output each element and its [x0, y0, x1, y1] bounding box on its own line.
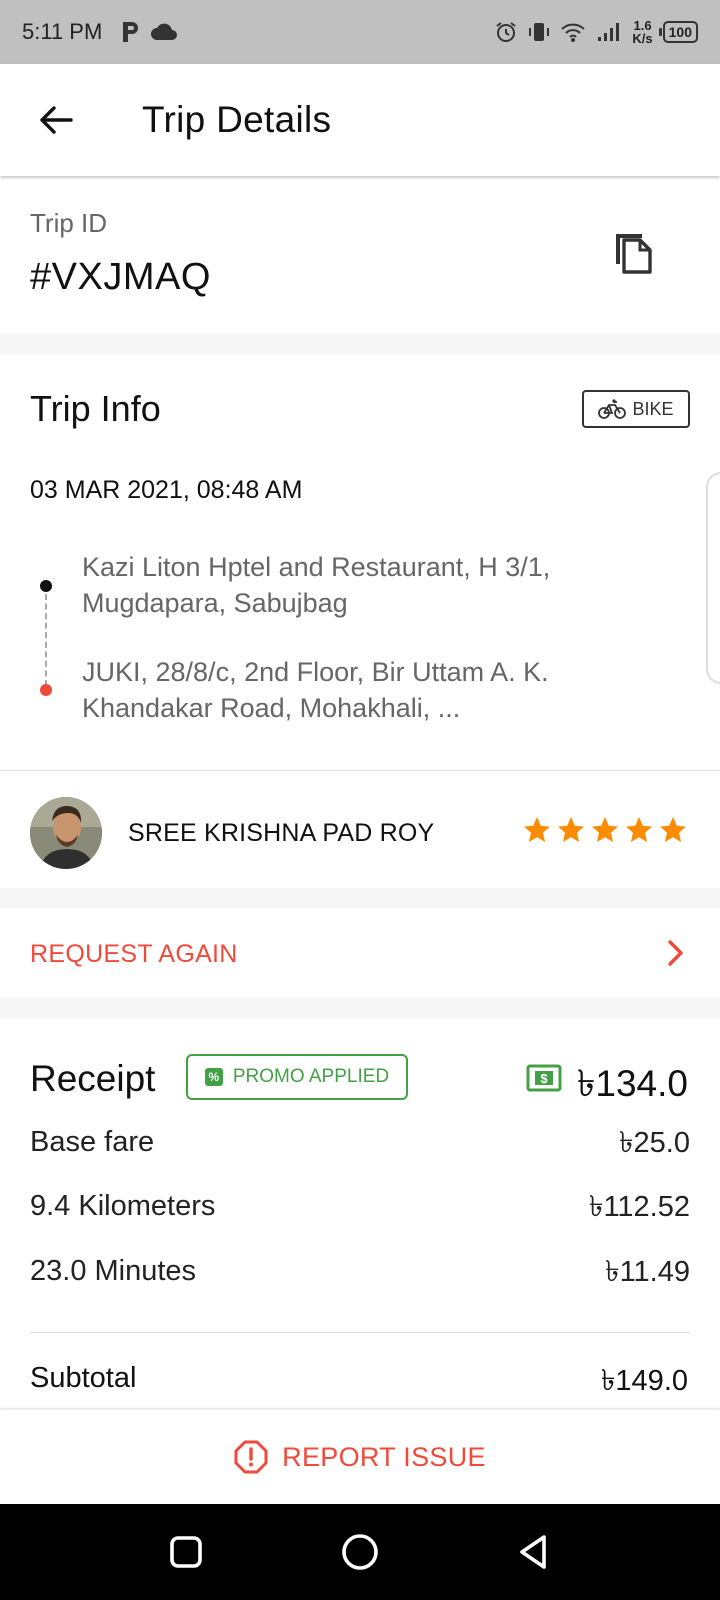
dropoff-dot-icon: [40, 684, 52, 696]
trip-datetime: 03 MAR 2021, 08:48 AM: [30, 476, 303, 504]
percent-icon: %: [204, 1068, 223, 1086]
star-icon: [524, 817, 550, 842]
route-line: [45, 594, 47, 686]
request-again-button[interactable]: REQUEST AGAIN: [0, 908, 720, 998]
network-speed: 1.6 K/s: [632, 19, 652, 45]
promo-applied-label: PROMO APPLIED: [232, 1066, 390, 1087]
status-left-icons: [120, 20, 178, 44]
fare-row-distance: 9.4 Kilometers ৳112.52: [30, 1184, 690, 1228]
driver-name: SREE KRISHNA PAD ROY: [128, 819, 435, 847]
vibrate-icon: [529, 23, 550, 41]
receipt-card: Receipt % PROMO APPLIED $ ৳134.0 Base fa…: [0, 1018, 720, 1408]
app-bar: Trip Details: [0, 64, 720, 176]
dropoff-address: JUKI, 28/8/c, 2nd Floor, Bir Uttam A. K.…: [82, 657, 549, 723]
network-speed-unit: K/s: [632, 31, 653, 46]
pickup-dot-icon: [40, 580, 52, 592]
star-icon: [558, 817, 584, 842]
alert-icon: [234, 1440, 268, 1474]
status-bar: 5:11 PM 1.6 K/s 100: [0, 0, 720, 64]
status-right-icons: 1.6 K/s 100: [494, 19, 698, 45]
home-icon[interactable]: [340, 1532, 380, 1572]
trip-info-title: Trip Info: [30, 388, 161, 429]
fare-value: ৳112.52: [589, 1191, 690, 1223]
vehicle-type-badge: BIKE: [582, 390, 690, 428]
recent-apps-icon[interactable]: [166, 1532, 206, 1572]
fare-label: Base fare: [30, 1126, 155, 1158]
fare-value: ৳11.49: [605, 1256, 690, 1288]
cash-icon: $: [526, 1064, 562, 1092]
page-title: Trip Details: [142, 99, 332, 140]
bike-icon: [598, 399, 627, 419]
wifi-icon: [561, 23, 586, 42]
copy-icon: [616, 234, 652, 274]
battery-level: 100: [668, 24, 692, 40]
fare-row-base: Base fare ৳25.0: [30, 1120, 690, 1164]
driver-avatar: [30, 797, 102, 869]
report-issue-label: REPORT ISSUE: [282, 1441, 486, 1472]
svg-text:$: $: [540, 1071, 548, 1086]
fare-label: 23.0 Minutes: [30, 1255, 197, 1287]
screen: 5:11 PM 1.6 K/s 100 Trip Details Trip ID…: [0, 0, 720, 1600]
cloud-icon: [151, 23, 178, 40]
copy-trip-id-button[interactable]: [612, 226, 664, 282]
trip-info-card: Trip Info BIKE 03 MAR 2021, 08:48 AM Kaz…: [0, 354, 720, 770]
driver-rating: [522, 815, 688, 845]
trip-id-value: #VXJMAQ: [30, 256, 211, 298]
total-amount: ৳134.0: [576, 1063, 688, 1104]
fare-row-time: 23.0 Minutes ৳11.49: [30, 1249, 690, 1293]
battery-icon: 100: [658, 21, 698, 43]
request-again-label: REQUEST AGAIN: [30, 940, 238, 968]
fare-value: ৳25.0: [619, 1127, 690, 1159]
star-icon: [592, 817, 618, 842]
pickup-address: Kazi Liton Hptel and Restaurant, H 3/1, …: [82, 552, 551, 618]
signal-icon: [598, 23, 620, 41]
subtotal-value: ৳149.0: [600, 1365, 688, 1397]
back-nav-icon[interactable]: [514, 1532, 554, 1572]
subtotal-label: Subtotal: [30, 1362, 137, 1394]
status-time: 5:11 PM: [22, 19, 103, 44]
receipt-divider: [30, 1332, 690, 1333]
receipt-title: Receipt: [30, 1058, 156, 1099]
chevron-right-icon: [668, 940, 683, 966]
trip-id-label: Trip ID: [30, 208, 108, 238]
driver-card: SREE KRISHNA PAD ROY: [0, 770, 720, 888]
back-button[interactable]: [26, 90, 86, 150]
arrow-left-icon: [40, 106, 73, 134]
parking-app-icon: [123, 22, 139, 42]
fare-label: 9.4 Kilometers: [30, 1190, 216, 1222]
report-issue-button[interactable]: REPORT ISSUE: [0, 1410, 720, 1504]
system-navigation-bar: [0, 1504, 720, 1600]
promo-applied-badge: % PROMO APPLIED: [186, 1054, 408, 1100]
star-icon: [660, 817, 686, 842]
side-drawer-handle[interactable]: [706, 472, 720, 684]
alarm-icon: [496, 22, 517, 42]
star-icon: [626, 817, 652, 842]
vehicle-type-label: BIKE: [632, 398, 674, 419]
driver-photo: [30, 797, 102, 869]
